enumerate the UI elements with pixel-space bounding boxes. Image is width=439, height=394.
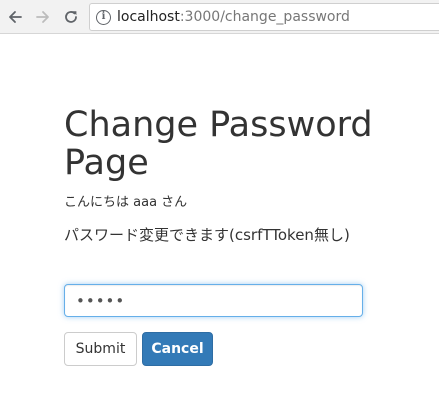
info-icon[interactable]: i [96,9,111,25]
url-host: localhost [117,9,180,25]
url-path: :3000/change_password [179,9,350,25]
browser-toolbar: i localhost:3000/change_password [0,0,439,34]
address-bar[interactable]: i localhost:3000/change_password [89,3,439,31]
page-title: Change Password Page [64,105,373,183]
reload-button[interactable] [60,6,82,28]
back-arrow-icon [9,11,22,23]
greeting-text: こんにちは aaa さん [64,195,188,210]
description-text: パスワード変更できます(csrfTToken無し) [64,226,350,244]
back-button[interactable] [4,6,26,28]
reload-icon [65,11,77,23]
forward-button[interactable] [32,6,54,28]
cancel-button[interactable]: Cancel [142,332,213,366]
submit-button[interactable]: Submit [64,332,137,366]
password-input[interactable] [64,284,363,317]
forward-arrow-icon [36,11,49,23]
